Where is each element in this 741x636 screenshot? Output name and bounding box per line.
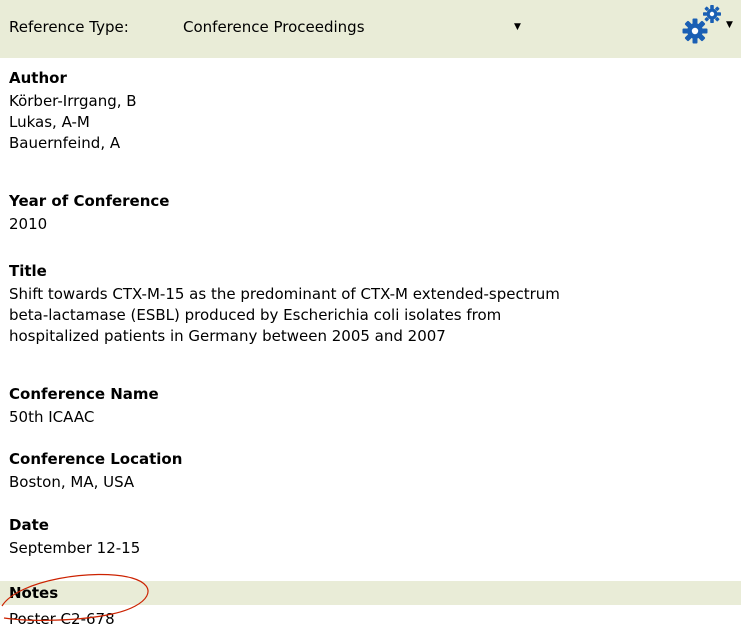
gear-icon: [682, 5, 721, 44]
conference-name-field: Conference Name 50th ICAAC: [9, 385, 159, 428]
author-line[interactable]: Bauernfeind, A: [9, 133, 137, 154]
reference-type-value: Conference Proceedings: [183, 18, 365, 36]
title-line[interactable]: hospitalized patients in Germany between…: [9, 326, 560, 347]
author-line[interactable]: Körber-Irrgang, B: [9, 91, 137, 112]
reference-type-label: Reference Type:: [9, 18, 129, 36]
date-field: Date September 12-15: [9, 516, 140, 559]
conference-location-field: Conference Location Boston, MA, USA: [9, 450, 182, 493]
field-label-conference-name: Conference Name: [9, 385, 159, 403]
field-label-conference-location: Conference Location: [9, 450, 183, 468]
date-value[interactable]: September 12-15: [9, 538, 140, 559]
author-line[interactable]: Lukas, A-M: [9, 112, 137, 133]
notes-value[interactable]: Poster C2-678: [9, 609, 115, 630]
field-label-notes: Notes: [9, 584, 59, 602]
title-line[interactable]: beta-lactamase (ESBL) produced by Escher…: [9, 305, 560, 326]
options-menu-button[interactable]: ▼: [681, 3, 737, 45]
conference-name-value[interactable]: 50th ICAAC: [9, 407, 159, 428]
author-field: Author Körber-Irrgang, B Lukas, A-M Baue…: [9, 69, 137, 154]
title-line[interactable]: Shift towards CTX-M-15 as the predominan…: [9, 284, 560, 305]
notes-field: Notes Poster C2-678: [0, 581, 741, 636]
title-field: Title Shift towards CTX-M-15 as the pred…: [9, 262, 560, 347]
notes-header: Notes: [0, 581, 741, 605]
reference-type-select[interactable]: Conference Proceedings ▼: [177, 12, 533, 42]
reference-type-toolbar: Reference Type: Conference Proceedings ▼: [0, 0, 741, 58]
year-value[interactable]: 2010: [9, 214, 169, 235]
field-label-year: Year of Conference: [9, 192, 170, 210]
field-label-author: Author: [9, 69, 67, 87]
chevron-down-icon: ▼: [726, 20, 733, 30]
year-field: Year of Conference 2010: [9, 192, 169, 235]
field-label-title: Title: [9, 262, 47, 280]
chevron-down-icon: ▼: [514, 22, 521, 32]
conference-location-value[interactable]: Boston, MA, USA: [9, 472, 182, 493]
field-label-date: Date: [9, 516, 49, 534]
